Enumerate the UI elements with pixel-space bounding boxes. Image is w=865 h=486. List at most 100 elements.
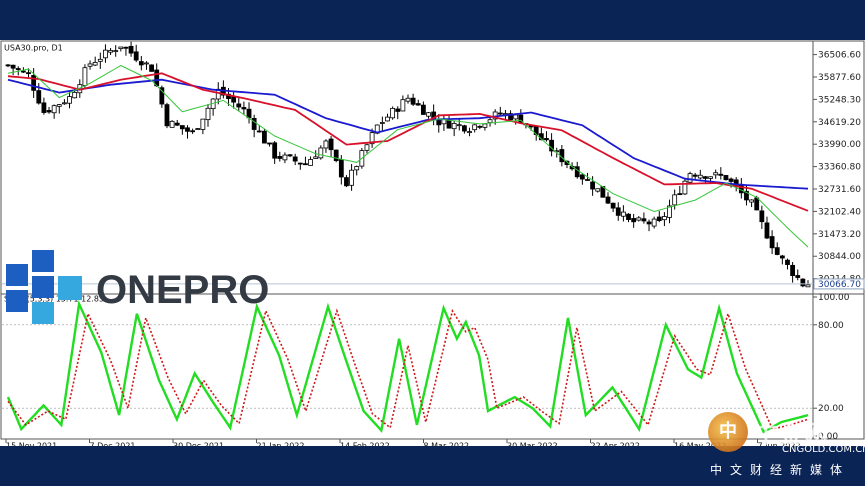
candle-body [395,108,401,112]
candle-body [672,194,678,206]
price-tick-label: 32102.40 [818,207,861,217]
candle-body [333,149,339,162]
candle-body [405,97,411,102]
candle-body [415,103,421,106]
candle-body [451,123,457,130]
candle-body [764,222,770,239]
candle-body [769,236,775,249]
price-tick-label: 35877.60 [818,73,861,83]
candle-body [436,120,442,126]
candle-body [605,196,611,204]
candle-body [318,147,324,159]
candle-body [385,116,390,122]
candle-body [477,125,483,128]
candle-body [472,124,478,131]
candle-body [41,102,47,113]
candle-body [200,118,206,130]
candle-body [703,176,708,179]
candle-body [195,128,201,131]
candle-body [400,99,406,112]
chart-frame: 36506.60 35877.60 35248.30 34619.20 33990.00… [0,40,865,446]
last-price-label: 30066.70 [818,280,861,290]
price-tick-label: 33990.00 [818,140,861,150]
candle-body [497,112,503,115]
candle-body [641,218,647,222]
candle-body [456,124,462,127]
candle-body [231,96,237,103]
price-tick-label: 34619.20 [818,118,861,128]
candle-body [103,49,108,59]
candle-body [354,166,360,171]
candle-body [749,199,754,203]
candle-body [656,216,662,221]
moving-average-red [7,72,809,212]
cngold-watermark: 中 中金网 CNGOLD.COM.CN 中文财经新媒体 [696,408,865,486]
candle-body [190,130,196,133]
candle-body [390,107,396,119]
price-tick-label: 33360.80 [818,163,861,173]
candle-body [174,122,180,126]
candle-body [185,127,190,132]
candle-body [785,259,790,265]
candle-body [692,174,698,177]
candle-body [26,72,31,75]
candle-body [610,202,616,209]
candle-body [687,173,693,183]
candle-body [615,207,621,216]
watermark-subtitle: 中文财经新媒体 [710,463,851,477]
candle-body [36,90,42,104]
candle-body [236,103,242,108]
candle-body [113,50,119,52]
price-tick-label: 30844.00 [818,252,861,262]
candle-body [697,174,703,179]
price-tick-label: 35248.30 [818,95,861,105]
candle-body [67,96,72,104]
candle-body [15,68,21,70]
candle-body [677,193,683,196]
candle-body [723,175,729,181]
candle-body [713,172,719,176]
candle-body [620,211,626,217]
candle-body [313,156,319,159]
candle-body [585,179,590,181]
candle-body [759,210,765,223]
candle-body [410,97,416,105]
candle-body [272,142,278,159]
watermark-domain: CNGOLD.COM.CN [782,444,865,455]
candle-body [138,61,144,66]
candle-body [426,112,431,117]
candle-body [262,130,267,144]
price-chart-title: USA30.pro, D1 [4,44,63,53]
candle-body [338,159,344,178]
chart-svg: 36506.60 35877.60 35248.30 34619.20 33990.00… [0,40,865,446]
candle-body [631,218,637,223]
moving-average-green [7,64,809,248]
cngold-logo-icon: 中 [708,412,748,452]
candle-body [297,162,303,165]
candle-body [574,166,580,178]
candle-body [46,110,52,113]
candle-body [277,156,283,159]
candle-body [292,156,298,162]
candle-body [595,188,601,192]
price-tick-label: 32731.60 [818,185,861,195]
onepro-logo: ONEPRO [6,250,269,330]
candle-body [626,213,631,220]
candle-body [256,130,262,133]
candle-body [20,70,26,73]
candle-body [267,142,272,145]
price-tick-label: 36506.60 [818,51,861,61]
candle-body [10,64,16,69]
candle-body [303,163,308,166]
candle-body [282,154,288,161]
candle-body [662,216,667,221]
candle-body [323,140,329,149]
candle-body [251,117,257,130]
candle-body [513,114,519,120]
candle-body [708,176,713,179]
candle-body [795,275,801,278]
candle-body [718,173,724,176]
candle-body [728,178,734,182]
candle-body [72,91,78,99]
candle-body [651,218,657,227]
